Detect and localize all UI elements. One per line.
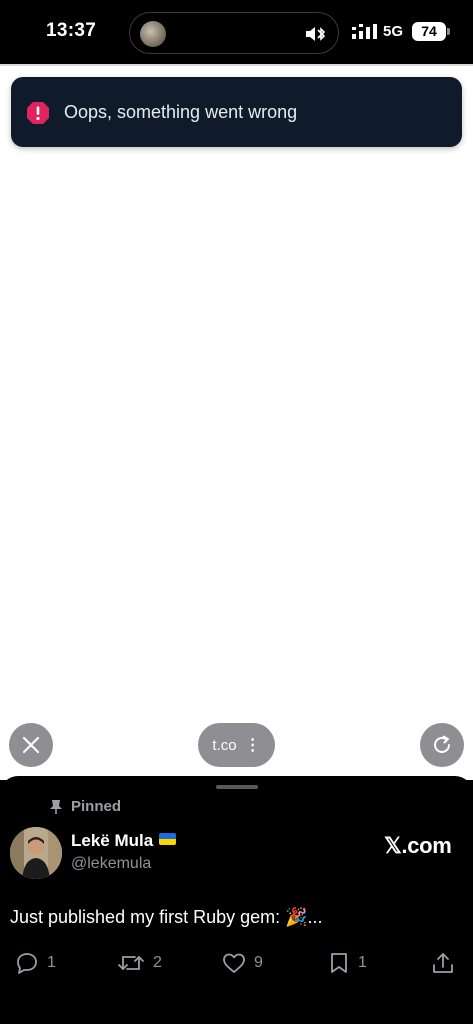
status-time: 13:37 xyxy=(46,20,97,41)
pin-icon xyxy=(50,800,62,814)
share-button[interactable] xyxy=(431,952,455,974)
retweet-icon xyxy=(118,956,144,970)
reply-button[interactable]: 1 xyxy=(15,952,56,974)
error-icon xyxy=(27,102,49,124)
web-content[interactable]: Oops, something went wrong xyxy=(0,64,473,780)
sheet-grabber[interactable] xyxy=(216,785,258,789)
ukraine-flag-icon xyxy=(159,833,177,845)
status-bar: 13:37 5G 74 xyxy=(0,0,473,64)
reload-button[interactable] xyxy=(420,723,464,767)
user-name-text: Lekë Mula xyxy=(71,831,154,850)
close-icon xyxy=(22,736,40,754)
error-message: Oops, something went wrong xyxy=(64,102,298,122)
x-brand-link[interactable]: 𝕏.com xyxy=(384,833,452,859)
avatar[interactable] xyxy=(10,827,62,879)
like-count: 9 xyxy=(254,954,263,971)
user-name[interactable]: Lekë Mula xyxy=(71,831,177,851)
user-handle[interactable]: @lekemula xyxy=(71,855,151,873)
share-icon xyxy=(433,953,453,973)
url-text: t.co xyxy=(212,736,237,754)
bookmark-count: 1 xyxy=(358,954,367,971)
signal-icon xyxy=(352,24,377,39)
reload-icon xyxy=(434,735,450,753)
heart-icon xyxy=(223,953,245,973)
dynamic-island[interactable] xyxy=(129,12,339,54)
bookmark-button[interactable]: 1 xyxy=(328,952,367,974)
error-toast[interactable]: Oops, something went wrong xyxy=(11,77,462,147)
now-playing-artwork xyxy=(140,21,166,47)
network-type: 5G xyxy=(383,23,404,40)
more-options-icon[interactable]: ⋮ xyxy=(245,735,261,755)
avatar-photo xyxy=(10,827,62,879)
like-button[interactable]: 9 xyxy=(222,952,263,974)
tweet-text[interactable]: Just published my first Ruby gem: 🎉... xyxy=(10,907,323,928)
battery-tip xyxy=(447,28,450,35)
tweet-sheet[interactable]: Pinned Lekë Mula @lekemula 𝕏.com Just pu… xyxy=(0,776,473,1024)
retweet-count: 2 xyxy=(153,954,162,971)
pinned-label: Pinned xyxy=(71,798,122,815)
bluetooth-icon xyxy=(306,27,326,41)
url-pill[interactable]: t.co ⋮ xyxy=(198,723,275,767)
bookmark-icon xyxy=(331,953,347,973)
close-browser-button[interactable] xyxy=(9,723,53,767)
retweet-button[interactable]: 2 xyxy=(117,952,162,974)
battery-indicator: 74 xyxy=(412,22,446,41)
tweet-actions: 1 2 9 1 xyxy=(0,952,473,982)
reply-icon xyxy=(17,953,37,974)
reply-count: 1 xyxy=(47,954,56,971)
